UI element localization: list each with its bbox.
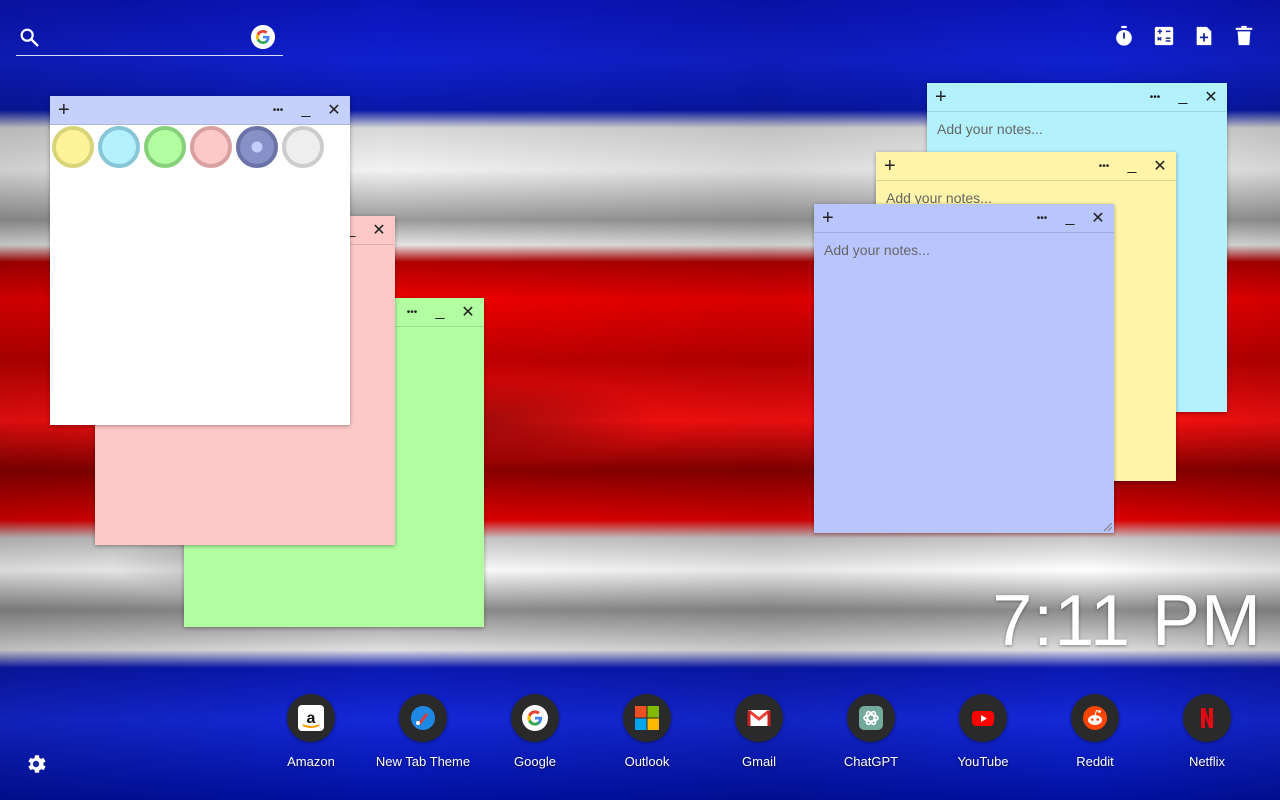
shortcut-gmail[interactable]: Gmail <box>703 694 815 769</box>
note-text[interactable]: Add your notes... <box>824 242 930 258</box>
add-note-icon[interactable]: + <box>935 87 947 107</box>
sticky-note-blue[interactable]: + ••• _ ✕ Add your notes... <box>814 204 1114 533</box>
shortcut-label: Google <box>514 754 556 769</box>
shortcut-google[interactable]: Google <box>479 694 591 769</box>
google-icon <box>511 694 559 742</box>
note-header: + ••• _ ✕ <box>876 152 1176 181</box>
close-icon[interactable]: ✕ <box>1090 208 1106 228</box>
minimize-icon[interactable]: _ <box>1062 208 1078 228</box>
color-swatch-cyan[interactable] <box>98 126 140 168</box>
more-options-icon[interactable]: ••• <box>270 100 286 120</box>
color-swatch-white[interactable] <box>282 126 324 168</box>
close-icon[interactable]: ✕ <box>1152 156 1168 176</box>
close-icon[interactable]: ✕ <box>1203 87 1219 107</box>
note-header: + ••• _ ✕ <box>50 96 350 125</box>
svg-text:a: a <box>307 710 316 727</box>
amazon-icon: a <box>287 694 335 742</box>
chatgpt-icon <box>847 694 895 742</box>
shortcut-label: ChatGPT <box>843 754 899 769</box>
color-palette <box>52 126 324 168</box>
youtube-icon <box>959 694 1007 742</box>
color-swatch-pink[interactable] <box>190 126 232 168</box>
clock: 7:11 PM <box>992 581 1262 661</box>
shortcut-label: Reddit <box>1076 754 1114 769</box>
shortcut-new-tab-theme[interactable]: New Tab Theme <box>367 694 479 769</box>
note-header: + ••• _ ✕ <box>927 83 1227 112</box>
close-icon[interactable]: ✕ <box>460 302 476 322</box>
google-search-engine-icon[interactable] <box>251 25 275 49</box>
more-options-icon[interactable]: ••• <box>404 302 420 322</box>
resize-handle-icon[interactable] <box>1104 523 1112 531</box>
color-swatch-blue-selected[interactable] <box>236 126 278 168</box>
calculator-icon[interactable] <box>1152 24 1176 48</box>
more-options-icon[interactable]: ••• <box>1147 87 1163 107</box>
top-toolbar <box>1112 24 1256 48</box>
shortcut-netflix[interactable]: Netflix <box>1151 694 1263 769</box>
reddit-icon <box>1071 694 1119 742</box>
timer-icon[interactable] <box>1112 24 1136 48</box>
new-tab-page: ••• _ ✕ _ ✕ + ••• _ ✕ + ••• _ ✕ Add your… <box>0 0 1280 800</box>
shortcut-label: Netflix <box>1188 754 1226 769</box>
shortcut-label: Outlook <box>624 754 670 769</box>
minimize-icon[interactable]: _ <box>298 100 314 120</box>
color-swatch-green[interactable] <box>144 126 186 168</box>
trash-icon[interactable] <box>1232 24 1256 48</box>
shortcut-amazon[interactable]: a Amazon <box>255 694 367 769</box>
more-options-icon[interactable]: ••• <box>1034 208 1050 228</box>
close-icon[interactable]: ✕ <box>371 220 387 240</box>
shortcut-label: YouTube <box>957 754 1009 769</box>
color-swatch-yellow[interactable] <box>52 126 94 168</box>
add-note-icon[interactable]: + <box>822 208 834 228</box>
search-icon <box>20 28 39 47</box>
outlook-icon <box>623 694 671 742</box>
add-note-icon[interactable] <box>1192 24 1216 48</box>
shortcuts-dock: a Amazon New Tab Theme Google Outlook Gm… <box>255 694 1263 769</box>
shortcut-reddit[interactable]: Reddit <box>1039 694 1151 769</box>
shortcut-chatgpt[interactable]: ChatGPT <box>815 694 927 769</box>
minimize-icon[interactable]: _ <box>432 302 448 322</box>
gear-icon[interactable] <box>24 752 48 776</box>
gmail-icon <box>735 694 783 742</box>
minimize-icon[interactable]: _ <box>1124 156 1140 176</box>
minimize-icon[interactable]: _ <box>1175 87 1191 107</box>
more-options-icon[interactable]: ••• <box>1096 156 1112 176</box>
add-note-icon[interactable]: + <box>58 100 70 120</box>
shortcut-youtube[interactable]: YouTube <box>927 694 1039 769</box>
sticky-note-white[interactable]: + ••• _ ✕ <box>50 96 350 425</box>
shortcut-label: Amazon <box>287 754 335 769</box>
shortcut-label: New Tab Theme <box>375 754 471 769</box>
note-header: + ••• _ ✕ <box>814 204 1114 233</box>
netflix-icon <box>1183 694 1231 742</box>
note-text[interactable]: Add your notes... <box>937 121 1043 137</box>
new-tab-theme-icon <box>399 694 447 742</box>
shortcut-label: Gmail <box>742 754 776 769</box>
search-bar[interactable] <box>16 22 283 56</box>
search-input[interactable] <box>48 26 252 52</box>
close-icon[interactable]: ✕ <box>326 100 342 120</box>
add-note-icon[interactable]: + <box>884 156 896 176</box>
shortcut-outlook[interactable]: Outlook <box>591 694 703 769</box>
